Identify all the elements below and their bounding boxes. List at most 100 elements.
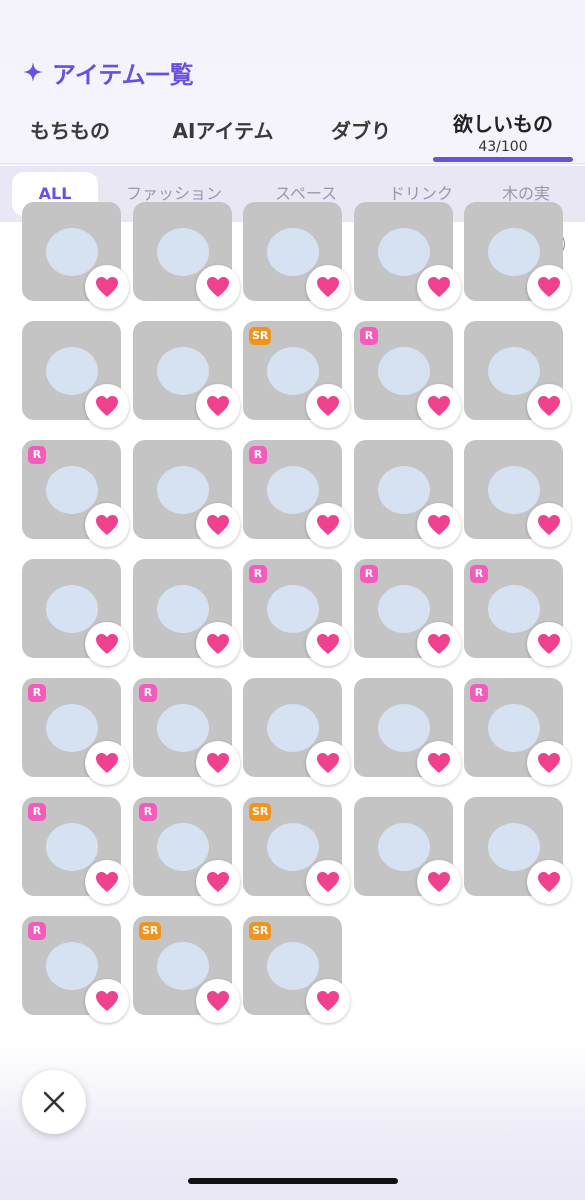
wishlist-heart-button[interactable] (417, 503, 461, 547)
wishlist-heart-button[interactable] (85, 741, 129, 785)
item-card[interactable] (243, 202, 350, 309)
wishlist-heart-button[interactable] (306, 622, 350, 666)
heart-icon (207, 634, 229, 654)
wishlist-heart-button[interactable] (196, 265, 240, 309)
home-indicator (188, 1178, 398, 1184)
item-card[interactable]: R (22, 916, 129, 1023)
item-card[interactable]: R (243, 440, 350, 547)
heart-icon (428, 872, 450, 892)
item-card[interactable] (22, 559, 129, 666)
wishlist-heart-button[interactable] (527, 622, 571, 666)
wishlist-heart-button[interactable] (527, 860, 571, 904)
wishlist-heart-button[interactable] (85, 384, 129, 428)
heart-icon (538, 634, 560, 654)
tab-duplicates[interactable]: ダブり (316, 108, 406, 166)
rarity-badge: R (28, 684, 46, 702)
wishlist-heart-button[interactable] (196, 622, 240, 666)
item-card[interactable] (354, 797, 461, 904)
item-card[interactable]: R (464, 559, 571, 666)
wishlist-heart-button[interactable] (85, 503, 129, 547)
item-card[interactable]: R (133, 678, 240, 785)
wishlist-heart-button[interactable] (306, 741, 350, 785)
wishlist-heart-button[interactable] (306, 503, 350, 547)
wishlist-heart-button[interactable] (306, 384, 350, 428)
wishlist-heart-button[interactable] (306, 265, 350, 309)
rarity-badge: R (470, 684, 488, 702)
rarity-badge: R (360, 565, 378, 583)
heart-icon (207, 991, 229, 1011)
wishlist-heart-button[interactable] (85, 622, 129, 666)
rarity-badge: SR (139, 922, 162, 940)
rarity-badge: SR (249, 922, 272, 940)
wishlist-heart-button[interactable] (417, 265, 461, 309)
heart-icon (96, 753, 118, 773)
item-card[interactable] (243, 678, 350, 785)
wishlist-heart-button[interactable] (527, 741, 571, 785)
item-card[interactable]: R (354, 559, 461, 666)
item-card[interactable]: R (243, 559, 350, 666)
heart-icon (207, 872, 229, 892)
tab-mochimono[interactable]: もちもの (20, 108, 120, 166)
item-card[interactable]: R (464, 678, 571, 785)
wishlist-heart-button[interactable] (306, 979, 350, 1023)
wishlist-heart-button[interactable] (417, 860, 461, 904)
heart-icon (428, 634, 450, 654)
tab-ai-items[interactable]: AIアイテム (158, 108, 288, 166)
wishlist-heart-button[interactable] (417, 741, 461, 785)
wishlist-heart-button[interactable] (85, 860, 129, 904)
heart-icon (317, 277, 339, 297)
heart-icon (317, 872, 339, 892)
heart-icon (317, 753, 339, 773)
item-card[interactable]: R (133, 797, 240, 904)
heart-icon (96, 872, 118, 892)
wishlist-heart-button[interactable] (527, 384, 571, 428)
wishlist-heart-button[interactable] (196, 384, 240, 428)
item-card[interactable] (22, 202, 129, 309)
item-card[interactable] (354, 440, 461, 547)
wishlist-heart-button[interactable] (527, 503, 571, 547)
item-card[interactable] (133, 440, 240, 547)
heart-icon (428, 277, 450, 297)
item-card[interactable] (464, 440, 571, 547)
tab-label: AIアイテム (172, 119, 274, 143)
heart-icon (207, 753, 229, 773)
item-card[interactable] (354, 678, 461, 785)
wishlist-heart-button[interactable] (306, 860, 350, 904)
item-card[interactable]: R (22, 797, 129, 904)
item-card[interactable]: SR (243, 797, 350, 904)
heart-icon (317, 515, 339, 535)
item-card[interactable] (133, 559, 240, 666)
close-button[interactable] (22, 1070, 86, 1134)
rarity-badge: R (139, 684, 157, 702)
item-card[interactable] (464, 202, 571, 309)
heart-icon (207, 277, 229, 297)
item-card[interactable] (22, 321, 129, 428)
heart-icon (96, 515, 118, 535)
item-card[interactable] (354, 202, 461, 309)
wishlist-heart-button[interactable] (196, 860, 240, 904)
item-card[interactable]: SR (243, 916, 350, 1023)
wishlist-heart-button[interactable] (196, 503, 240, 547)
category-label: ドリンク (388, 184, 453, 203)
item-card[interactable]: R (354, 321, 461, 428)
item-card[interactable] (464, 797, 571, 904)
wishlist-heart-button[interactable] (196, 741, 240, 785)
category-label: ALL (38, 184, 72, 203)
heart-icon (96, 396, 118, 416)
wishlist-heart-button[interactable] (85, 265, 129, 309)
item-card[interactable]: SR (243, 321, 350, 428)
item-card[interactable]: SR (133, 916, 240, 1023)
item-card[interactable]: R (22, 678, 129, 785)
item-card[interactable] (133, 321, 240, 428)
rarity-badge: R (470, 565, 488, 583)
heart-icon (538, 277, 560, 297)
wishlist-heart-button[interactable] (417, 622, 461, 666)
item-card[interactable]: R (22, 440, 129, 547)
wishlist-heart-button[interactable] (196, 979, 240, 1023)
wishlist-heart-button[interactable] (85, 979, 129, 1023)
item-card[interactable] (133, 202, 240, 309)
wishlist-heart-button[interactable] (527, 265, 571, 309)
item-card[interactable] (464, 321, 571, 428)
tab-label: もちもの (30, 119, 110, 143)
wishlist-heart-button[interactable] (417, 384, 461, 428)
